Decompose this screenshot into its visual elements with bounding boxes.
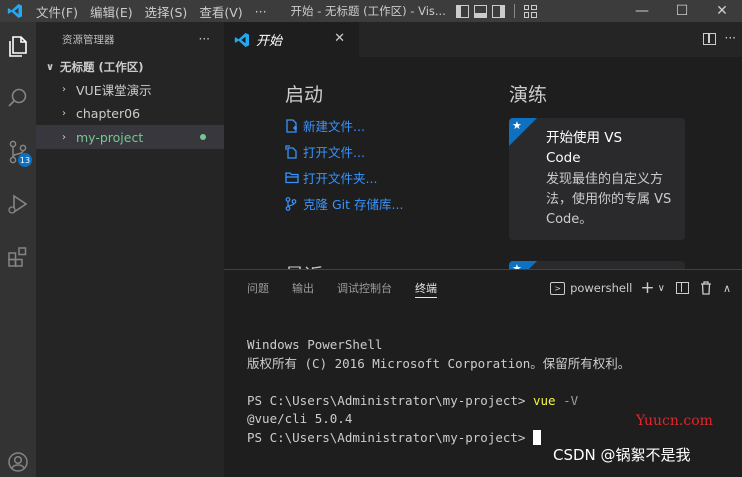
split-terminal-icon[interactable] (675, 282, 689, 294)
close-window-button[interactable]: ✕ (702, 0, 742, 22)
folder-label: my-project (76, 129, 144, 145)
trash-icon[interactable] (700, 281, 712, 295)
explorer-icon[interactable] (0, 26, 36, 66)
clone-git-label: 克隆 Git 存储库... (303, 197, 404, 212)
terminal-prompt: PS C:\Users\Administrator\my-project> (247, 392, 533, 408)
tab-close-icon[interactable]: ✕ (334, 31, 345, 46)
folder-item-my-project[interactable]: › my-project (36, 125, 224, 149)
vscode-logo-icon (0, 0, 30, 22)
open-file-link[interactable]: 打开文件... (285, 142, 365, 161)
menu-more[interactable]: ··· (249, 4, 273, 19)
toggle-secondary-sidebar-icon[interactable] (491, 4, 505, 18)
card-description: 发现最佳的自定义方法，使用你的专属 VS Code。 (546, 172, 672, 227)
menu-file[interactable]: 文件(F) (30, 2, 84, 21)
new-terminal-icon[interactable]: + (640, 278, 654, 298)
terminal-line: 版权所有 (C) 2016 Microsoft Corporation。保留所有… (247, 355, 631, 371)
folder-item-vue-demo[interactable]: › VUE课堂演示 (36, 77, 224, 101)
explorer-header: 资源管理器 ··· (36, 22, 224, 57)
open-folder-link[interactable]: 打开文件夹... (285, 168, 377, 187)
tab-terminal[interactable]: 终端 (415, 270, 437, 306)
extensions-icon[interactable] (0, 236, 36, 276)
terminal-line: @vue/cli 5.0.4 (247, 411, 353, 426)
customize-layout-icon[interactable] (523, 4, 537, 18)
watermark-author: CSDN @锅絮不是我 (553, 446, 691, 464)
new-file-icon (285, 118, 303, 133)
explorer-more-button[interactable]: ··· (199, 32, 210, 46)
split-editor-icon[interactable] (703, 33, 716, 45)
chevron-right-icon: › (62, 107, 66, 119)
walkthrough-heading: 演练 (509, 84, 548, 106)
menu-view[interactable]: 查看(V) (193, 2, 248, 21)
explorer-sidebar: 资源管理器 ··· ∨ 无标题 (工作区) › VUE课堂演示 › chapte… (36, 22, 224, 477)
folder-item-chapter06[interactable]: › chapter06 (36, 101, 224, 125)
welcome-page: 启动 新建文件... 打开文件... 打开文件夹... 克隆 Git 存储库..… (224, 57, 742, 269)
accounts-icon[interactable] (0, 442, 36, 477)
card-title: 开始使用 VS Code (546, 130, 623, 166)
run-debug-icon[interactable] (0, 184, 36, 224)
terminal-output[interactable]: Windows PowerShell 版权所有 (C) 2016 Microso… (247, 336, 630, 447)
chevron-right-icon: › (62, 131, 66, 143)
open-folder-label: 打开文件夹... (303, 171, 378, 186)
watermark-site: Yuucn.com (636, 413, 713, 429)
layout-separator (513, 4, 515, 18)
workspace-root[interactable]: ∨ 无标题 (工作区) (36, 57, 224, 77)
folder-icon (285, 171, 303, 184)
open-file-label: 打开文件... (303, 145, 365, 160)
terminal-name: powershell (570, 281, 633, 295)
terminal-flag: -V (555, 392, 579, 408)
folder-label: VUE课堂演示 (76, 82, 152, 98)
chevron-down-icon[interactable]: ∨ (658, 283, 665, 294)
editor-tab-strip: 开始 ✕ ··· (224, 22, 742, 57)
maximize-panel-icon[interactable]: ∧ (723, 282, 731, 295)
git-modified-dot (200, 134, 206, 140)
editor-more-button[interactable]: ··· (725, 31, 736, 45)
git-branch-icon (285, 196, 303, 211)
tab-problems[interactable]: 问题 (247, 270, 269, 306)
chevron-right-icon: › (62, 83, 66, 95)
scm-badge: 13 (18, 153, 32, 167)
terminal-icon: > (550, 281, 566, 295)
tab-welcome[interactable]: 开始 ✕ (224, 22, 359, 57)
vscode-tab-icon (234, 32, 249, 47)
new-file-label: 新建文件... (303, 119, 365, 134)
open-file-icon (285, 144, 303, 159)
terminal-prompt: PS C:\Users\Administrator\my-project> (247, 429, 533, 445)
tab-label: 开始 (256, 34, 283, 49)
clone-git-link[interactable]: 克隆 Git 存储库... (285, 194, 403, 213)
activity-bar: 13 (0, 22, 36, 477)
title-bar: 文件(F) 编辑(E) 选择(S) 查看(V) ··· 开始 - 无标题 (工作… (0, 0, 742, 22)
terminal-selector[interactable]: > powershell (550, 281, 632, 295)
menu-selection[interactable]: 选择(S) (139, 2, 194, 21)
tab-debug-console[interactable]: 调试控制台 (337, 270, 392, 306)
star-icon: ★ (512, 262, 522, 269)
chevron-down-icon: ∨ (46, 61, 55, 73)
toggle-panel-icon[interactable] (473, 4, 487, 18)
walkthrough-card-get-started[interactable]: ★ 开始使用 VS Code 发现最佳的自定义方法，使用你的专属 VS Code… (509, 118, 685, 240)
window-title: 开始 - 无标题 (工作区) - Vis... (290, 4, 446, 18)
explorer-title: 资源管理器 (62, 34, 115, 46)
tab-output[interactable]: 输出 (292, 270, 314, 306)
terminal-cursor (532, 429, 541, 445)
maximize-button[interactable]: ☐ (662, 0, 702, 22)
folder-label: chapter06 (76, 105, 141, 121)
search-icon[interactable] (0, 78, 36, 118)
terminal-line: Windows PowerShell (247, 337, 383, 352)
walkthrough-card-next[interactable]: ★ (509, 261, 685, 269)
toggle-sidebar-icon[interactable] (455, 4, 469, 18)
recent-heading: 最近 (285, 261, 323, 269)
new-file-link[interactable]: 新建文件... (285, 116, 365, 135)
minimize-button[interactable]: — (622, 0, 662, 22)
menu-edit[interactable]: 编辑(E) (84, 2, 139, 21)
terminal-command: vue (532, 392, 556, 408)
star-icon: ★ (512, 119, 522, 132)
source-control-icon[interactable]: 13 (0, 132, 36, 172)
workspace-label: 无标题 (工作区) (60, 60, 144, 74)
start-heading: 启动 (285, 84, 324, 106)
